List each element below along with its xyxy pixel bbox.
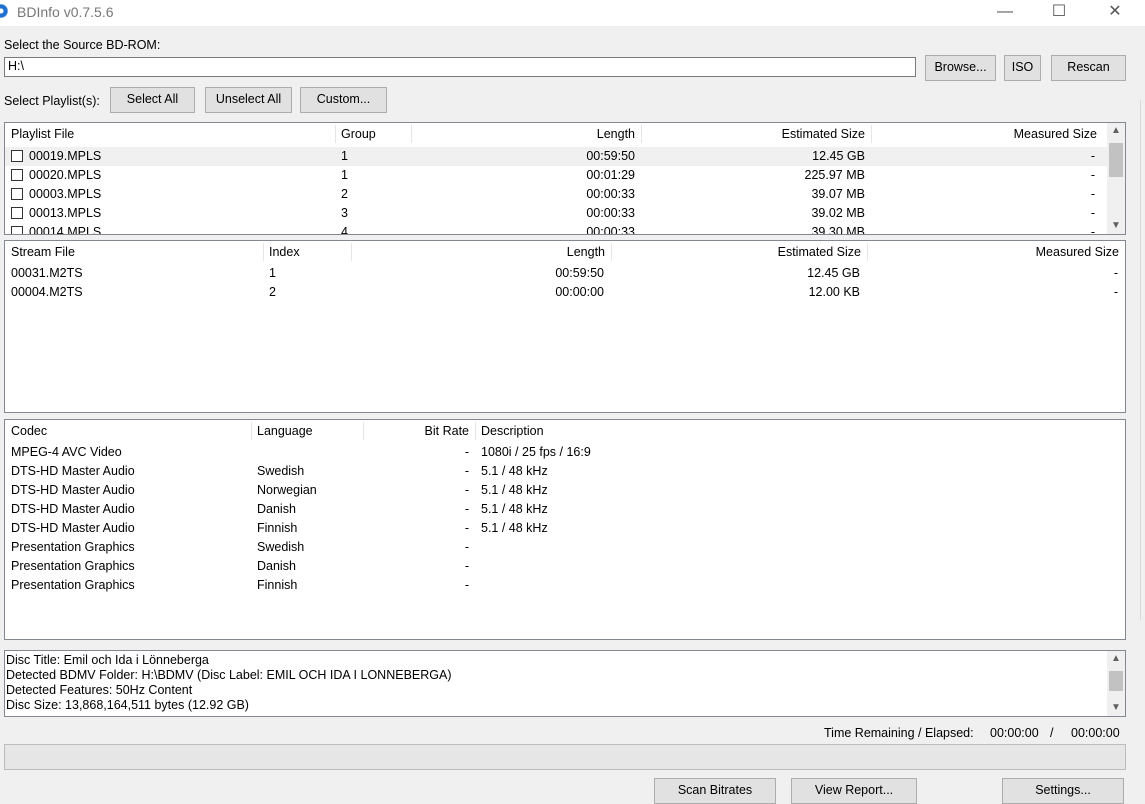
playlist-row[interactable]: 00013.MPLS 3 00:00:33 39.02 MB - (5, 204, 1125, 223)
maximize-button[interactable]: ☐ (1036, 0, 1082, 26)
custom-button[interactable]: Custom... (300, 87, 387, 113)
title-bar: BDInfo v0.7.5.6 — ☐ ✕ (0, 0, 1145, 26)
header-length[interactable]: Length (351, 241, 611, 263)
codec-list[interactable]: Codec Language Bit Rate Description MPEG… (4, 419, 1126, 640)
stream-list[interactable]: Stream File Index Length Estimated Size … (4, 240, 1126, 413)
codec-row[interactable]: Presentation Graphics Danish - (5, 557, 1125, 576)
scroll-up-icon[interactable]: ▲ (1107, 123, 1125, 139)
features-line: Detected Features: 50Hz Content (6, 683, 193, 697)
header-estimated-size[interactable]: Estimated Size (641, 123, 871, 145)
disc-icon (0, 4, 8, 18)
stream-row[interactable]: 00004.M2TS 2 00:00:00 12.00 KB - (5, 283, 1125, 302)
time-separator: / (1050, 726, 1054, 740)
scroll-thumb[interactable] (1109, 671, 1123, 691)
scroll-up-icon[interactable]: ▲ (1107, 651, 1125, 667)
iso-button[interactable]: ISO (1004, 55, 1041, 81)
scroll-thumb[interactable] (1109, 143, 1123, 177)
header-playlist-file[interactable]: Playlist File (5, 123, 335, 145)
scroll-down-icon[interactable]: ▼ (1107, 218, 1125, 234)
settings-button[interactable]: Settings... (1002, 778, 1124, 804)
header-bit-rate[interactable]: Bit Rate (363, 420, 475, 442)
header-group[interactable]: Group (335, 123, 411, 145)
scroll-down-icon[interactable]: ▼ (1107, 700, 1125, 716)
playlist-checkbox[interactable] (11, 188, 23, 200)
playlist-scrollbar[interactable]: ▲ ▼ (1107, 123, 1125, 234)
unselect-all-button[interactable]: Unselect All (205, 87, 292, 113)
playlist-checkbox[interactable] (11, 150, 23, 162)
header-measured-size[interactable]: Measured Size (871, 123, 1103, 145)
minimize-button[interactable]: — (982, 0, 1028, 26)
playlist-row[interactable]: 00003.MPLS 2 00:00:33 39.07 MB - (5, 185, 1125, 204)
codec-row[interactable]: DTS-HD Master Audio Norwegian - 5.1 / 48… (5, 481, 1125, 500)
rescan-button[interactable]: Rescan (1051, 55, 1126, 81)
window-edge (1140, 100, 1141, 620)
codec-row[interactable]: DTS-HD Master Audio Finnish - 5.1 / 48 k… (5, 519, 1125, 538)
time-elapsed: 00:00:00 (1071, 726, 1120, 740)
playlist-checkbox[interactable] (11, 226, 23, 234)
info-scrollbar[interactable]: ▲ ▼ (1107, 651, 1125, 716)
header-language[interactable]: Language (251, 420, 363, 442)
playlist-row[interactable]: 00019.MPLS 1 00:59:50 12.45 GB - (5, 147, 1125, 166)
header-index[interactable]: Index (263, 241, 351, 263)
playlist-row[interactable]: 00020.MPLS 1 00:01:29 225.97 MB - (5, 166, 1125, 185)
window-title: BDInfo v0.7.5.6 (17, 4, 114, 20)
time-remaining: 00:00:00 (990, 726, 1039, 740)
playlist-row[interactable]: 00014.MPLS 4 00:00:33 39.30 MB - (5, 223, 1125, 234)
codec-row[interactable]: DTS-HD Master Audio Danish - 5.1 / 48 kH… (5, 500, 1125, 519)
playlist-label: Select Playlist(s): (4, 94, 100, 108)
playlist-checkbox[interactable] (11, 207, 23, 219)
source-label: Select the Source BD-ROM: (4, 38, 161, 52)
header-codec[interactable]: Codec (5, 420, 251, 442)
codec-row[interactable]: DTS-HD Master Audio Swedish - 5.1 / 48 k… (5, 462, 1125, 481)
stream-row[interactable]: 00031.M2TS 1 00:59:50 12.45 GB - (5, 264, 1125, 283)
codec-row[interactable]: Presentation Graphics Finnish - (5, 576, 1125, 595)
scan-progress-bar (4, 744, 1126, 770)
playlist-list[interactable]: Playlist File Group Length Estimated Siz… (4, 122, 1126, 235)
playlist-checkbox[interactable] (11, 169, 23, 181)
close-button[interactable]: ✕ (1092, 0, 1138, 26)
header-measured-size[interactable]: Measured Size (867, 241, 1125, 263)
header-description[interactable]: Description (475, 420, 775, 442)
disc-info-textarea[interactable]: Disc Title: Emil och Ida i Lönneberga De… (4, 650, 1126, 717)
disc-size-line: Disc Size: 13,868,164,511 bytes (12.92 G… (6, 698, 249, 712)
header-length[interactable]: Length (411, 123, 641, 145)
bdmv-folder-line: Detected BDMV Folder: H:\BDMV (Disc Labe… (6, 668, 452, 682)
header-stream-file[interactable]: Stream File (5, 241, 263, 263)
time-status-label: Time Remaining / Elapsed: (824, 726, 974, 740)
codec-row[interactable]: Presentation Graphics Swedish - (5, 538, 1125, 557)
scan-bitrates-button[interactable]: Scan Bitrates (654, 778, 776, 804)
codec-row[interactable]: MPEG-4 AVC Video - 1080i / 25 fps / 16:9 (5, 443, 1125, 462)
select-all-button[interactable]: Select All (110, 87, 195, 113)
header-estimated-size[interactable]: Estimated Size (611, 241, 867, 263)
source-path-input[interactable]: H:\ (4, 57, 916, 77)
view-report-button[interactable]: View Report... (791, 778, 917, 804)
browse-button[interactable]: Browse... (925, 55, 996, 81)
disc-title-line: Disc Title: Emil och Ida i Lönneberga (6, 653, 209, 667)
